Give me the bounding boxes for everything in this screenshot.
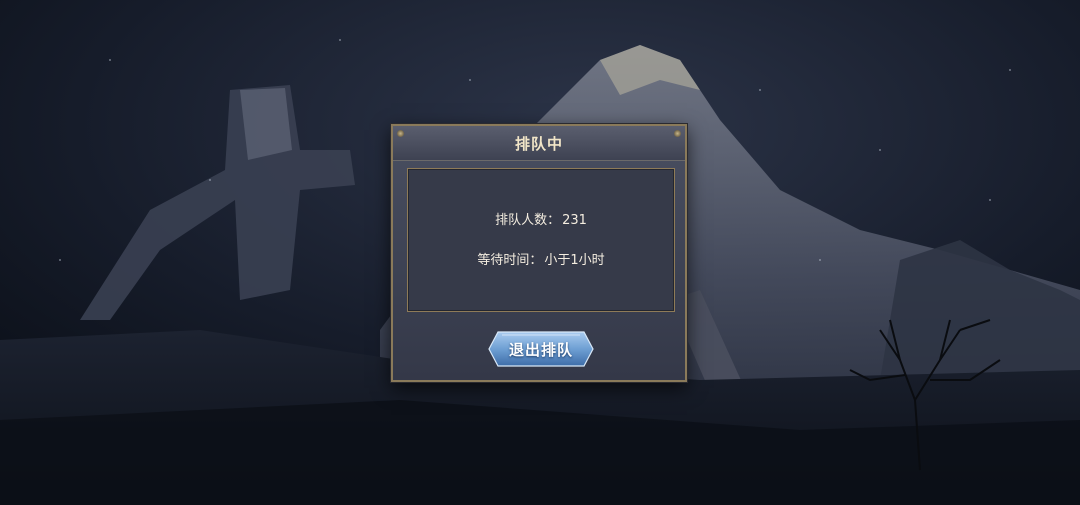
- dialog-title-bar: 排队中: [393, 126, 685, 161]
- corner-ornament-icon: [674, 130, 681, 137]
- exit-queue-button[interactable]: 退出排队: [488, 331, 594, 367]
- exit-queue-button-label: 退出排队: [508, 340, 573, 359]
- wait-time-value: 小于1小时: [544, 253, 605, 268]
- corner-ornament-icon: [397, 130, 404, 137]
- wait-time-label: 等待时间：: [477, 253, 543, 268]
- queue-count-value: 231: [562, 213, 587, 228]
- queue-count-label: 排队人数：: [495, 213, 561, 228]
- queue-count-line: 排队人数： 231: [408, 209, 674, 228]
- queue-dialog: 排队中 排队人数： 231 等待时间： 小于1小时 退出排队: [391, 124, 687, 382]
- queue-info-panel: 排队人数： 231 等待时间： 小于1小时: [407, 168, 675, 312]
- wait-time-line: 等待时间： 小于1小时: [408, 249, 674, 268]
- dialog-title: 排队中: [514, 134, 563, 153]
